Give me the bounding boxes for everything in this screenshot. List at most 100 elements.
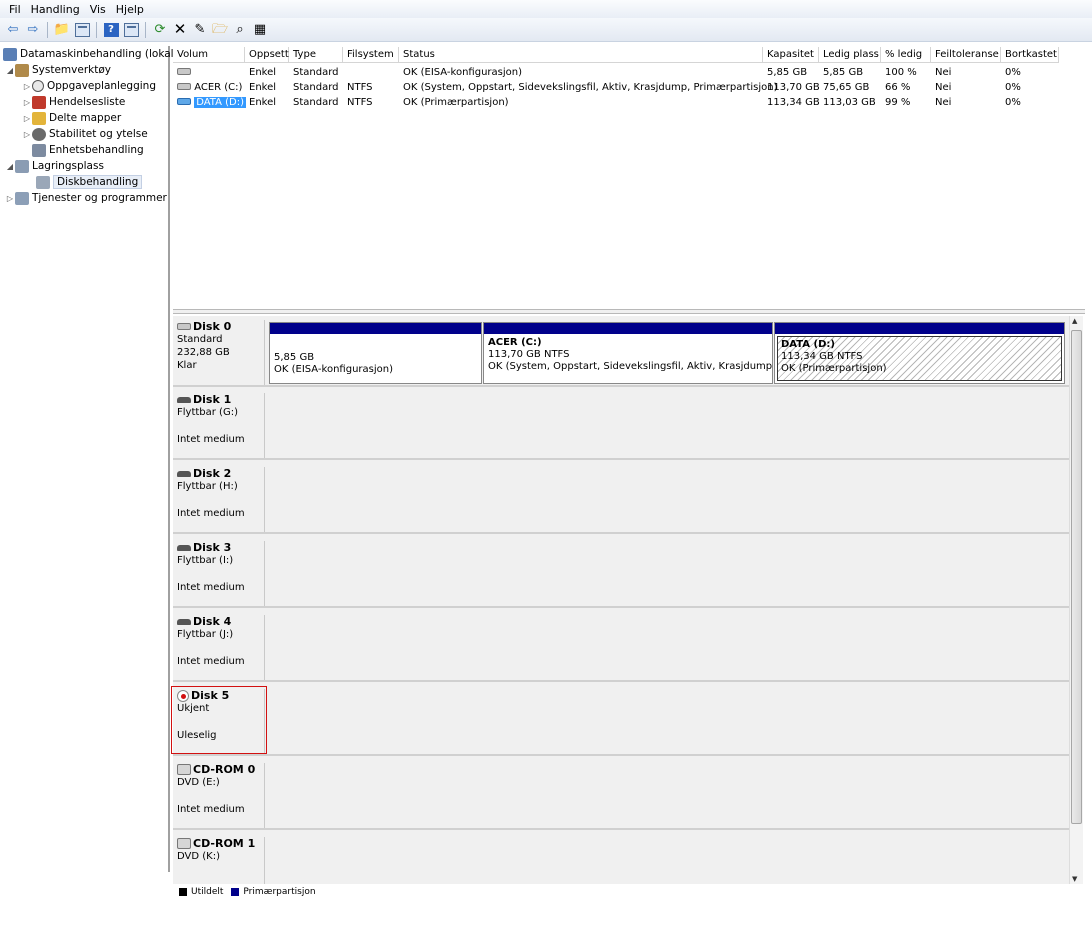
disk-label[interactable]: Disk 0 Standard 232,88 GB Klar (177, 320, 265, 385)
tree-item-stabilitet[interactable]: ▷ Stabilitet og ytelse (22, 126, 148, 142)
legend-label: Primærpartisjon (243, 887, 316, 897)
back-icon[interactable]: ⇦ (4, 21, 22, 39)
legend-swatch-unallocated (179, 888, 187, 896)
scroll-down-icon[interactable]: ▼ (1072, 875, 1077, 883)
column-header-status[interactable]: Status (399, 47, 763, 63)
expand-icon[interactable]: ▷ (5, 194, 15, 203)
tree-item-systemverktoy[interactable]: ◢ Systemverktøy (5, 62, 111, 78)
expand-icon[interactable]: ▷ (22, 82, 32, 91)
refresh-icon[interactable]: ⟳ (151, 21, 169, 39)
disk-row-5[interactable]: Disk 5 Ukjent Uleselig (173, 685, 1069, 756)
partition-eisa[interactable]: 5,85 GB OK (EISA-konfigurasjon) (269, 322, 482, 384)
scroll-up-icon[interactable]: ▲ (1072, 317, 1077, 325)
console-tree: Datamaskinbehandling (lokal) ◢ Systemver… (0, 46, 178, 872)
column-header-kapasitet[interactable]: Kapasitet (763, 47, 819, 63)
edit-icon[interactable]: ✎ (191, 21, 209, 39)
search-icon[interactable]: ⌕ (231, 21, 249, 39)
disk-partitions (267, 541, 1065, 606)
menu-hjelp[interactable]: Hjelp (111, 3, 149, 16)
disk-partitions (267, 393, 1065, 458)
drive-icon (177, 83, 191, 90)
disk-label[interactable]: CD-ROM 1 DVD (K:) (177, 837, 265, 884)
scrollbar-thumb[interactable] (1071, 330, 1082, 824)
table-cell: 5,85 GB (767, 67, 808, 78)
column-header-filsystem[interactable]: Filsystem (343, 47, 399, 63)
disk-partitions (267, 763, 1065, 828)
disk-row-1[interactable]: Disk 1 Flyttbar (G:) Intet medium (173, 389, 1069, 460)
table-cell: 113,34 GB (767, 97, 820, 108)
disk-settings-icon[interactable]: ▦ (251, 21, 269, 39)
tree-item-label: Hendelsesliste (49, 96, 126, 108)
disk-label[interactable]: Disk 2 Flyttbar (H:) Intet medium (177, 467, 265, 532)
tree-item-diskbehandling[interactable]: Diskbehandling (36, 174, 143, 190)
delete-icon[interactable]: ✕ (171, 21, 189, 39)
tree-item-label: Datamaskinbehandling (lokal) (20, 48, 178, 60)
menu-vis[interactable]: Vis (85, 3, 111, 16)
tree-item-enhetsbehandling[interactable]: Enhetsbehandling (32, 142, 144, 158)
menu-handling[interactable]: Handling (26, 3, 85, 16)
toolbar: ⇦ ⇨ 📁 ? ⟳ ✕ ✎ 🗁 ⌕ ▦ (0, 18, 1092, 42)
properties-icon[interactable] (122, 21, 140, 39)
partition-acer-c[interactable]: ACER (C:) 113,70 GB NTFS OK (System, Opp… (483, 322, 773, 384)
column-header-type[interactable]: Type (289, 47, 343, 63)
table-cell: 0% (1005, 82, 1021, 93)
storage-icon (15, 159, 29, 173)
vertical-scrollbar[interactable]: ▲ ▼ (1069, 316, 1083, 884)
column-header-bortkastet[interactable]: Bortkastet (1001, 47, 1059, 63)
table-cell: 0% (1005, 67, 1021, 78)
collapse-icon[interactable]: ◢ (5, 66, 15, 75)
pane-splitter[interactable] (173, 309, 1085, 314)
table-cell: OK (EISA-konfigurasjon) (403, 67, 522, 78)
tree-item-label: Tjenester og programmer (32, 192, 167, 204)
disk-label[interactable]: CD-ROM 0 DVD (E:) Intet medium (177, 763, 265, 828)
column-header-prosent-ledig[interactable]: % ledig (881, 47, 931, 63)
tree-item-lagringsplass[interactable]: ◢ Lagringsplass (5, 158, 104, 174)
up-folder-icon[interactable]: 📁 (53, 21, 71, 39)
disk-row-3[interactable]: Disk 3 Flyttbar (I:) Intet medium (173, 537, 1069, 608)
tree-item-label: Systemverktøy (32, 64, 111, 76)
column-header-volum[interactable]: Volum (173, 47, 245, 63)
menu-fil[interactable]: Fil (4, 3, 26, 16)
legend-label: Utildelt (191, 887, 224, 897)
help-icon[interactable]: ? (102, 21, 120, 39)
column-header-oppsett[interactable]: Oppsett (245, 47, 289, 63)
table-cell: NTFS (347, 97, 373, 108)
column-header-feiltoleranse[interactable]: Feiltoleranse (931, 47, 1001, 63)
table-cell: 5,85 GB (823, 67, 864, 78)
disk-row-cdrom-1[interactable]: CD-ROM 1 DVD (K:) (173, 833, 1069, 884)
disk-row-cdrom-0[interactable]: CD-ROM 0 DVD (E:) Intet medium (173, 759, 1069, 830)
table-cell: OK (System, Oppstart, Sidevekslingsfil, … (403, 82, 778, 93)
table-cell: 75,65 GB (823, 82, 870, 93)
table-cell: 113,03 GB (823, 97, 876, 108)
tree-item-oppgaveplanlegging[interactable]: ▷ Oppgaveplanlegging (22, 78, 156, 94)
disk-partitions (267, 467, 1065, 532)
tree-item-label: Enhetsbehandling (49, 144, 144, 156)
disk-row-0[interactable]: Disk 0 Standard 232,88 GB Klar 5,85 GB O… (173, 316, 1069, 387)
column-header-ledig-plass[interactable]: Ledig plass (819, 47, 881, 63)
partition-data-d[interactable]: DATA (D:) 113,34 GB NTFS OK (Primærparti… (774, 322, 1065, 384)
table-cell: Enkel (249, 82, 277, 93)
expand-icon[interactable]: ▷ (22, 114, 32, 123)
disk-partitions: 5,85 GB OK (EISA-konfigurasjon) ACER (C:… (267, 320, 1065, 385)
disk-5-highlight (171, 686, 267, 754)
disk-label[interactable]: Disk 1 Flyttbar (G:) Intet medium (177, 393, 265, 458)
tree-item-tjenester[interactable]: ▷ Tjenester og programmer (5, 190, 167, 206)
forward-icon[interactable]: ⇨ (24, 21, 42, 39)
disk-label[interactable]: Disk 4 Flyttbar (J:) Intet medium (177, 615, 265, 680)
table-cell: Nei (935, 82, 952, 93)
table-cell: Enkel (249, 97, 277, 108)
disk-row-2[interactable]: Disk 2 Flyttbar (H:) Intet medium (173, 463, 1069, 534)
expand-icon[interactable]: ▷ (22, 130, 32, 139)
partition-bar (484, 323, 772, 334)
menu-bar: Fil Handling Vis Hjelp (0, 0, 1092, 18)
expand-icon[interactable]: ▷ (22, 98, 32, 107)
show-hide-tree-icon[interactable] (73, 21, 91, 39)
tree-item-delte-mapper[interactable]: ▷ Delte mapper (22, 110, 121, 126)
disk-row-4[interactable]: Disk 4 Flyttbar (J:) Intet medium (173, 611, 1069, 682)
collapse-icon[interactable]: ◢ (5, 162, 15, 171)
tree-item-hendelsesliste[interactable]: ▷ Hendelsesliste (22, 94, 125, 110)
open-folder-icon[interactable]: 🗁 (211, 21, 229, 39)
tree-item-datamaskinbehandling[interactable]: Datamaskinbehandling (lokal) (3, 46, 178, 62)
table-cell: Nei (935, 97, 952, 108)
disk-label[interactable]: Disk 3 Flyttbar (I:) Intet medium (177, 541, 265, 606)
